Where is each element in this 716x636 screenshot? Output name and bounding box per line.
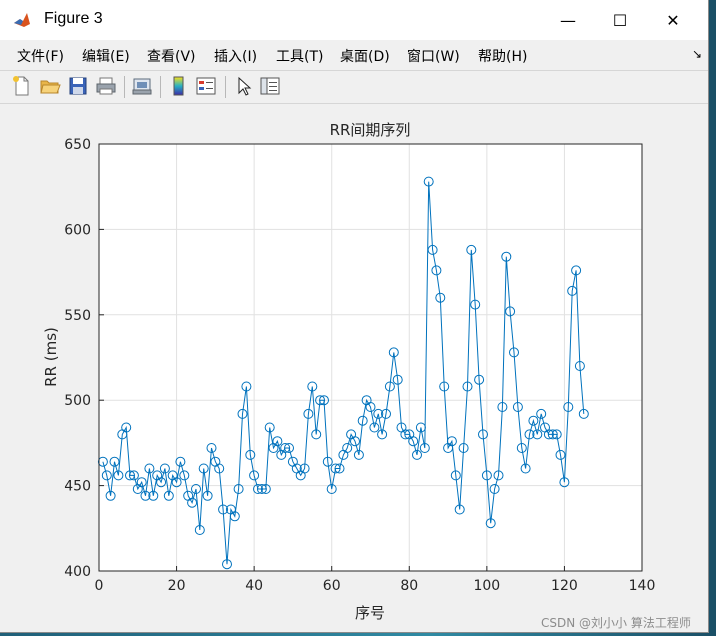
x-tick-label: 140 — [629, 578, 656, 594]
plot-area — [99, 144, 642, 571]
x-tick-label: 80 — [400, 578, 418, 594]
toolbar-separator — [160, 76, 161, 98]
menu-bar: 文件(F) 编辑(E) 查看(V) 插入(I) 工具(T) 桌面(D) 窗口(W… — [0, 41, 708, 69]
property-inspector-icon[interactable] — [259, 75, 281, 97]
x-tick-label: 60 — [323, 578, 341, 594]
x-tick-label: 40 — [245, 578, 263, 594]
y-axis: 400 450 500 550 600 650 — [64, 137, 104, 580]
y-tick-label: 500 — [64, 393, 91, 409]
menu-desktop[interactable]: 桌面(D) — [340, 46, 390, 66]
menu-window[interactable]: 窗口(W) — [407, 46, 460, 66]
menu-edit[interactable]: 编辑(E) — [82, 46, 130, 66]
menu-help[interactable]: 帮助(H) — [478, 46, 527, 66]
close-button[interactable]: ✕ — [650, 0, 696, 40]
x-tick-label: 20 — [168, 578, 186, 594]
maximize-button[interactable]: ☐ — [597, 0, 643, 40]
toolbar-separator — [124, 76, 125, 98]
open-folder-icon[interactable] — [39, 75, 61, 97]
menu-tools[interactable]: 工具(T) — [276, 46, 323, 66]
x-tick-label: 120 — [551, 578, 578, 594]
watermark: CSDN @刘小小 算法工程师 — [541, 616, 691, 630]
figure-canvas: 0 20 40 60 80 100 120 140 400 450 500 550 600 650 RR… — [8, 104, 708, 632]
menu-file[interactable]: 文件(F) — [17, 46, 64, 66]
colorbar-icon[interactable] — [167, 75, 189, 97]
x-axis-label: 序号 — [355, 604, 385, 622]
x-tick-label: 100 — [473, 578, 500, 594]
y-tick-label: 450 — [64, 479, 91, 495]
legend-icon[interactable] — [195, 75, 217, 97]
pointer-icon[interactable] — [232, 75, 254, 97]
figure-window: Figure 3 — ☐ ✕ 文件(F) 编辑(E) 查看(V) 插入(I) 工… — [0, 0, 709, 633]
y-tick-label: 550 — [64, 308, 91, 324]
toolbar — [0, 70, 708, 104]
chart-title: RR间期序列 — [330, 121, 411, 139]
menu-view[interactable]: 查看(V) — [147, 46, 196, 66]
window-title: Figure 3 — [44, 10, 103, 27]
y-axis-label: RR (ms) — [42, 327, 60, 387]
print-icon[interactable] — [95, 75, 117, 97]
x-tick-label: 0 — [95, 578, 104, 594]
save-icon[interactable] — [67, 75, 89, 97]
y-tick-label: 400 — [64, 564, 91, 580]
menu-insert[interactable]: 插入(I) — [214, 46, 257, 66]
y-tick-label: 650 — [64, 137, 91, 153]
title-bar[interactable]: Figure 3 — ☐ ✕ — [0, 0, 708, 40]
matlab-logo-icon — [12, 10, 32, 30]
rr-interval-chart: 0 20 40 60 80 100 120 140 400 450 500 550 600 650 RR… — [42, 121, 656, 622]
minimize-button[interactable]: — — [545, 0, 591, 40]
print-preview-icon[interactable] — [131, 75, 153, 97]
y-tick-label: 600 — [64, 222, 91, 238]
menu-overflow-icon[interactable]: ↘ — [692, 47, 702, 61]
new-file-icon[interactable] — [11, 75, 33, 97]
toolbar-separator — [225, 76, 226, 98]
